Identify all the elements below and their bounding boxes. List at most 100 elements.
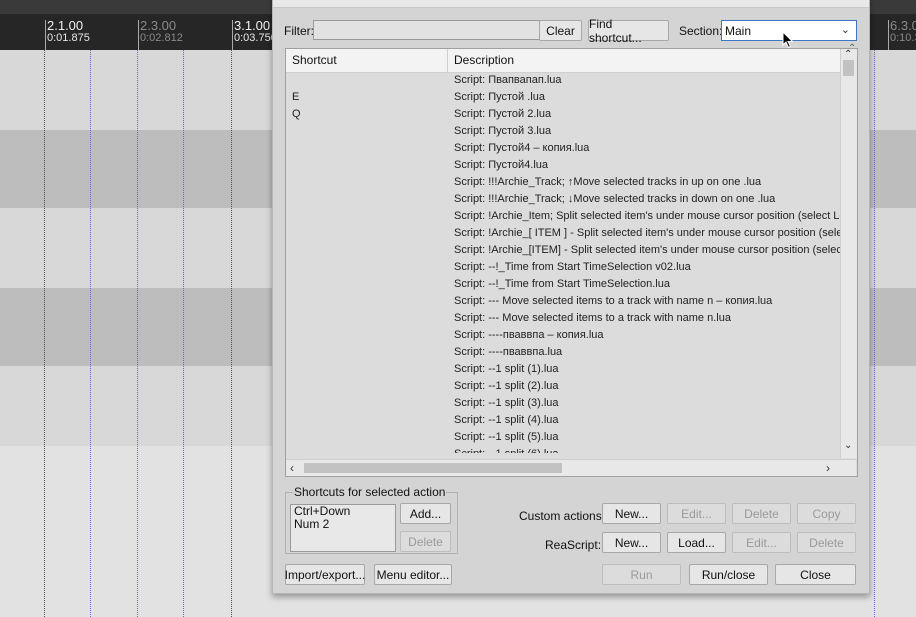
row-description: Script: Пвапвапап.lua <box>454 74 562 86</box>
ruler-mark: 6.3.0 0:10.3 <box>888 18 916 50</box>
table-row[interactable]: Script: !!!Archie_Track; ↑Move selected … <box>286 174 840 191</box>
table-row[interactable]: Script: --1 split (3).lua <box>286 395 840 412</box>
table-row[interactable]: Script: !Archie_[ITEM] - Split selected … <box>286 242 840 259</box>
filter-label: Filter: <box>284 24 314 38</box>
row-shortcut: Q <box>292 108 301 120</box>
list-rows: Script: Пвапвапап.lua E Script: Пустой .lu… <box>286 72 840 453</box>
table-row[interactable]: Script: Пвапвапап.lua <box>286 72 840 89</box>
table-row[interactable]: Script: Пустой4 – копия.lua <box>286 140 840 157</box>
table-row[interactable]: Script: --1 split (2).lua <box>286 378 840 395</box>
row-description: Script: --1 split (1).lua <box>454 363 559 375</box>
row-description: Script: --- Move selected items to a tra… <box>454 295 773 307</box>
table-row[interactable]: E Script: Пустой .lua <box>286 89 840 106</box>
ruler-mark: 2.1.00 0:01.875 <box>45 18 90 50</box>
row-description: Script: Пустой4.lua <box>454 159 549 171</box>
reascript-label: ReaScript: <box>545 538 602 552</box>
actions-dialog: Filter: Clear Find shortcut... Section: … <box>272 0 870 594</box>
table-row[interactable]: Script: --- Move selected items to a tra… <box>286 293 840 310</box>
find-shortcut-button[interactable]: Find shortcut... <box>588 17 669 45</box>
table-row[interactable]: Script: --- Move selected items to a tra… <box>286 310 840 327</box>
list-header: Shortcut Description ⌃ <box>286 43 856 73</box>
chevron-down-icon: ⌄ <box>840 24 850 36</box>
scroll-left-icon[interactable]: ‹ <box>290 461 294 475</box>
shortcuts-group-title: Shortcuts for selected action <box>293 485 447 499</box>
grid-line <box>874 50 875 617</box>
table-row[interactable]: Script: --!_Time from Start TimeSelectio… <box>286 259 840 276</box>
import-export-button[interactable]: Import/export... <box>285 564 365 585</box>
ruler-time-label: 0:03.750 <box>234 32 277 44</box>
run-button[interactable]: Run <box>602 564 681 585</box>
ruler-bar-label: 2.1.00 <box>47 18 84 33</box>
table-row[interactable]: Script: !Archie_[ ITEM ] - Split selecte… <box>286 225 840 242</box>
ruler-bar-label: 2.3.00 <box>140 18 177 33</box>
table-row[interactable]: Script: --1 split (6).lua <box>286 446 840 453</box>
filter-input[interactable] <box>313 20 540 40</box>
reascript-load-button[interactable]: Load... <box>667 532 726 553</box>
horizontal-scrollbar[interactable]: ‹ › <box>286 459 856 476</box>
row-description: Script: Пустой .lua <box>454 91 545 103</box>
ruler-bar-label: 3.1.00 <box>234 18 271 33</box>
custom-actions-delete-button[interactable]: Delete <box>732 503 791 524</box>
row-description: Script: !!!Archie_Track; ↓Move selected … <box>454 193 776 205</box>
table-row[interactable]: Script: --!_Time from Start TimeSelectio… <box>286 276 840 293</box>
table-row[interactable]: Script: --1 split (1).lua <box>286 361 840 378</box>
menu-editor-button[interactable]: Menu editor... <box>374 564 452 585</box>
ruler-bar-label: 6.3.0 <box>890 18 916 33</box>
ruler-time-label: 0:10.3 <box>890 32 916 44</box>
table-row[interactable]: Script: Пустой4.lua <box>286 157 840 174</box>
shortcuts-group: Shortcuts for selected action Ctrl+Down … <box>285 485 458 554</box>
run-close-button[interactable]: Run/close <box>689 564 768 585</box>
actions-list[interactable]: Shortcut Description ⌃ Script: Пвапвапап… <box>285 43 858 477</box>
table-row[interactable]: Script: Пустой 3.lua <box>286 123 840 140</box>
reascript-new-button[interactable]: New... <box>602 532 661 553</box>
close-button[interactable]: Close <box>775 564 856 585</box>
table-row[interactable]: Script: --1 split (4).lua <box>286 412 840 429</box>
clear-button[interactable]: Clear <box>539 20 582 41</box>
ruler-time-label: 0:01.875 <box>47 32 90 44</box>
custom-actions-label: Custom actions: <box>519 509 606 523</box>
table-row[interactable]: Script: --1 split (5).lua <box>286 429 840 446</box>
scroll-right-icon[interactable]: › <box>826 461 830 475</box>
scroll-thumb[interactable] <box>843 60 854 76</box>
scroll-thumb[interactable] <box>304 463 562 473</box>
row-description: Script: --1 split (5).lua <box>454 431 559 443</box>
dialog-title-strip[interactable] <box>273 0 869 8</box>
reascript-delete-button[interactable]: Delete <box>797 532 856 553</box>
row-description: Script: ----пваввпа – копия.lua <box>454 329 604 341</box>
row-shortcut: E <box>292 91 300 103</box>
grid-line <box>183 50 184 617</box>
grid-line <box>137 50 138 617</box>
ruler-time-label: 0:02.812 <box>140 32 183 44</box>
mouse-cursor-icon <box>782 31 794 49</box>
column-header-description[interactable]: Description ⌃ <box>448 43 856 72</box>
grid-line <box>90 50 91 617</box>
delete-shortcut-button[interactable]: Delete <box>400 531 451 552</box>
custom-actions-copy-button[interactable]: Copy <box>797 503 856 524</box>
row-description: Script: --- Move selected items to a tra… <box>454 312 731 324</box>
row-description: Script: --!_Time from Start TimeSelectio… <box>454 278 670 290</box>
reascript-edit-button[interactable]: Edit... <box>732 532 791 553</box>
row-description: Script: Пустой 2.lua <box>454 108 552 120</box>
add-shortcut-button[interactable]: Add... <box>400 503 451 524</box>
vertical-scrollbar[interactable]: ⌃ ⌄ <box>840 49 857 458</box>
column-header-shortcut[interactable]: Shortcut <box>286 49 448 72</box>
table-row[interactable]: Script: !!!Archie_Track; ↓Move selected … <box>286 191 840 208</box>
section-value: Main <box>725 24 752 38</box>
shortcuts-list[interactable]: Ctrl+Down Num 2 <box>290 504 396 552</box>
table-row[interactable]: Script: !Archie_Item; Split selected ite… <box>286 208 840 225</box>
table-row[interactable]: Script: ----пваввпа.lua <box>286 344 840 361</box>
custom-actions-edit-button[interactable]: Edit... <box>667 503 726 524</box>
column-header-description-label: Description <box>454 53 515 67</box>
row-description: Script: !Archie_[ ITEM ] - Split selecte… <box>454 227 840 239</box>
grid-line <box>231 50 232 617</box>
row-description: Script: --!_Time from Start TimeSelectio… <box>454 261 691 273</box>
row-description: Script: --1 split (2).lua <box>454 380 559 392</box>
scroll-up-icon[interactable]: ⌃ <box>844 49 852 60</box>
custom-actions-new-button[interactable]: New... <box>602 503 661 524</box>
shortcut-item[interactable]: Num 2 <box>291 518 395 531</box>
row-description: Script: ----пваввпа.lua <box>454 346 563 358</box>
scroll-down-icon[interactable]: ⌄ <box>844 440 852 451</box>
row-description: Script: --1 split (6).lua <box>454 446 840 453</box>
table-row[interactable]: Q Script: Пустой 2.lua <box>286 106 840 123</box>
table-row[interactable]: Script: ----пваввпа – копия.lua <box>286 327 840 344</box>
